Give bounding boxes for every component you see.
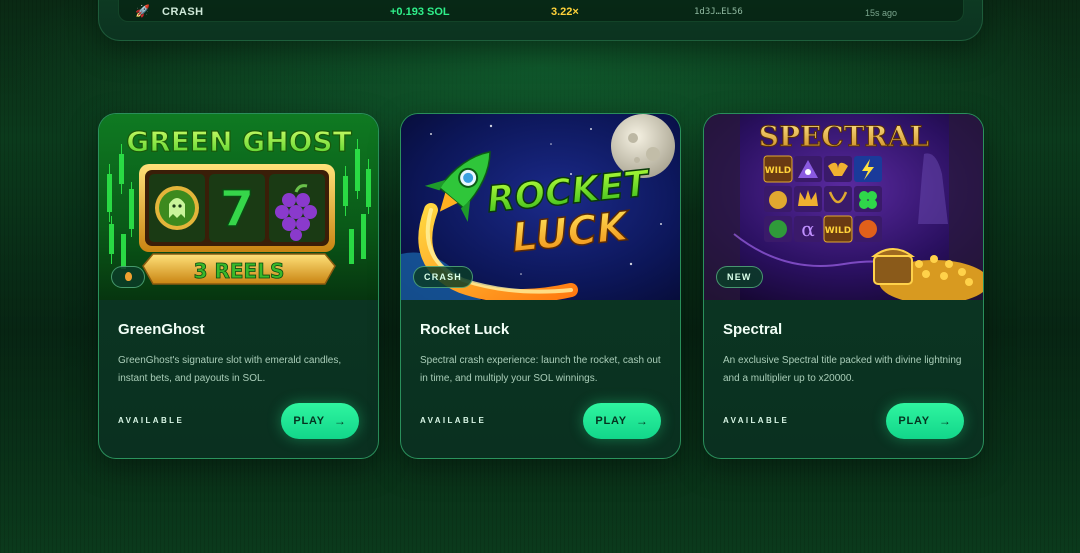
play-button[interactable]: PLAY →	[583, 403, 661, 439]
game-card-rocketluck[interactable]: ROCKET LUCK CRASH Rocket Luck Spectral c…	[400, 113, 681, 459]
card-tag: CRASH	[413, 266, 474, 288]
play-button[interactable]: PLAY →	[281, 403, 359, 439]
card-tag: NEW	[716, 266, 763, 288]
card-status: AVAILABLE	[118, 416, 185, 425]
flame-icon	[124, 272, 132, 282]
bet-amount: +0.193 SOL	[390, 6, 450, 18]
game-card-greenghost[interactable]: GREEN GHOST 7 3 REELS GreenGhost GreenGh…	[98, 113, 379, 459]
spectral-symbol-alpha: α	[801, 217, 815, 241]
greenghost-art-title: GREEN GHOST	[126, 125, 351, 158]
card-description: Spectral crash experience: launch the ro…	[420, 355, 661, 384]
card-title: Spectral	[723, 321, 783, 338]
arrow-right-icon: →	[635, 414, 649, 428]
spectral-art-title: SPECTRAL	[759, 120, 930, 153]
game-card-spectral[interactable]: SPECTRAL WILD α WILD NEW Spectral An exc…	[703, 113, 984, 459]
play-label: PLAY	[898, 415, 930, 427]
greenghost-art-subtitle: 3 REELS	[194, 259, 285, 283]
bet-time: 15s ago	[865, 8, 898, 18]
greenghost-art-reel: 7	[220, 180, 255, 238]
bet-multiplier: 3.22×	[551, 6, 579, 18]
card-status: AVAILABLE	[420, 416, 487, 425]
play-label: PLAY	[595, 415, 627, 427]
card-title: Rocket Luck	[420, 321, 510, 338]
card-tag	[111, 266, 145, 288]
recent-bets-panel: 🚀 CRASH +0.193 SOL 3.22× 1d3J…EL56 15s a…	[98, 0, 983, 41]
card-description: GreenGhost's signature slot with emerald…	[118, 355, 342, 384]
card-status: AVAILABLE	[723, 416, 790, 425]
spectral-symbol-wild: WILD	[765, 166, 791, 176]
bet-game: CRASH	[162, 6, 204, 18]
arrow-right-icon: →	[333, 414, 347, 428]
arrow-right-icon: →	[938, 414, 952, 428]
play-button[interactable]: PLAY →	[886, 403, 964, 439]
spectral-symbol-wild-2: WILD	[825, 226, 851, 236]
rocket-icon: 🚀	[135, 4, 150, 18]
play-label: PLAY	[293, 415, 325, 427]
bet-row: 🚀 CRASH +0.193 SOL 3.22× 1d3J…EL56 15s a…	[118, 0, 964, 22]
card-title: GreenGhost	[118, 321, 205, 338]
card-description: An exclusive Spectral title packed with …	[723, 355, 962, 384]
bet-user: 1d3J…EL56	[694, 7, 743, 17]
